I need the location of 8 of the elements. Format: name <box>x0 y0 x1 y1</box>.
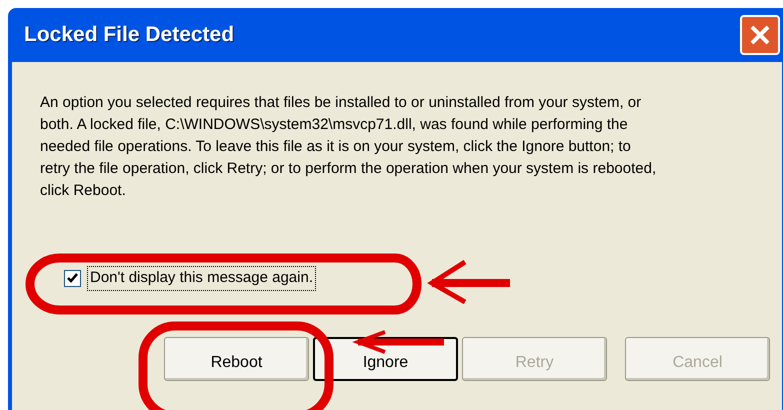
checkmark-icon <box>67 273 78 284</box>
window-title: Locked File Detected <box>24 22 234 48</box>
checkbox[interactable] <box>64 270 81 287</box>
close-icon <box>749 24 771 46</box>
close-button[interactable] <box>740 15 780 55</box>
dialog-button[interactable]: Reboot <box>164 336 309 380</box>
message-text: An option you selected requires that files be installed to or uninstalled from your system, or both. A locked file, C:\WINDOWS\system32\msvcp71.dll, was found while performing the needed file operations. To leave this file as it is on your system, click the Ignore button; to retry the file operation, click Retry; or to perform the operation when your system is rebooted, click Reboot. <box>40 93 658 201</box>
checkbox-label[interactable]: Don't display this message again. <box>87 266 316 290</box>
